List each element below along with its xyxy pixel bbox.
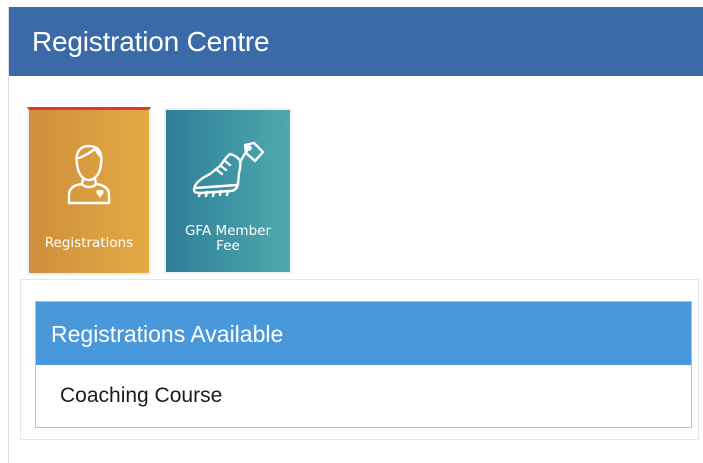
page-title: Registration Centre [32, 26, 270, 57]
tile-registrations-label: Registrations [44, 235, 134, 251]
tile-registrations[interactable]: Registrations [27, 107, 151, 275]
tile-gfa-member-fee-label: GFA Member Fee [170, 224, 286, 254]
panel-title: Registrations Available [51, 321, 284, 347]
list-item-label: Coaching Course [60, 384, 223, 407]
registration-frame: Registration Centre Registrations GFA Me… [8, 7, 703, 463]
registrations-section: Registrations Available Coaching Course [20, 279, 699, 440]
tile-gfa-member-fee[interactable]: GFA Member Fee [164, 108, 292, 274]
list-item-coaching-course[interactable]: Coaching Course [36, 365, 691, 427]
page-header: Registration Centre [9, 7, 703, 76]
football-boot-tag-icon [166, 140, 290, 198]
panel-header: Registrations Available [36, 302, 691, 365]
user-icon [29, 143, 149, 205]
tile-gfa-label-line: GFA Member Fee [184, 223, 272, 254]
registrations-available-panel: Registrations Available Coaching Course [35, 301, 692, 428]
